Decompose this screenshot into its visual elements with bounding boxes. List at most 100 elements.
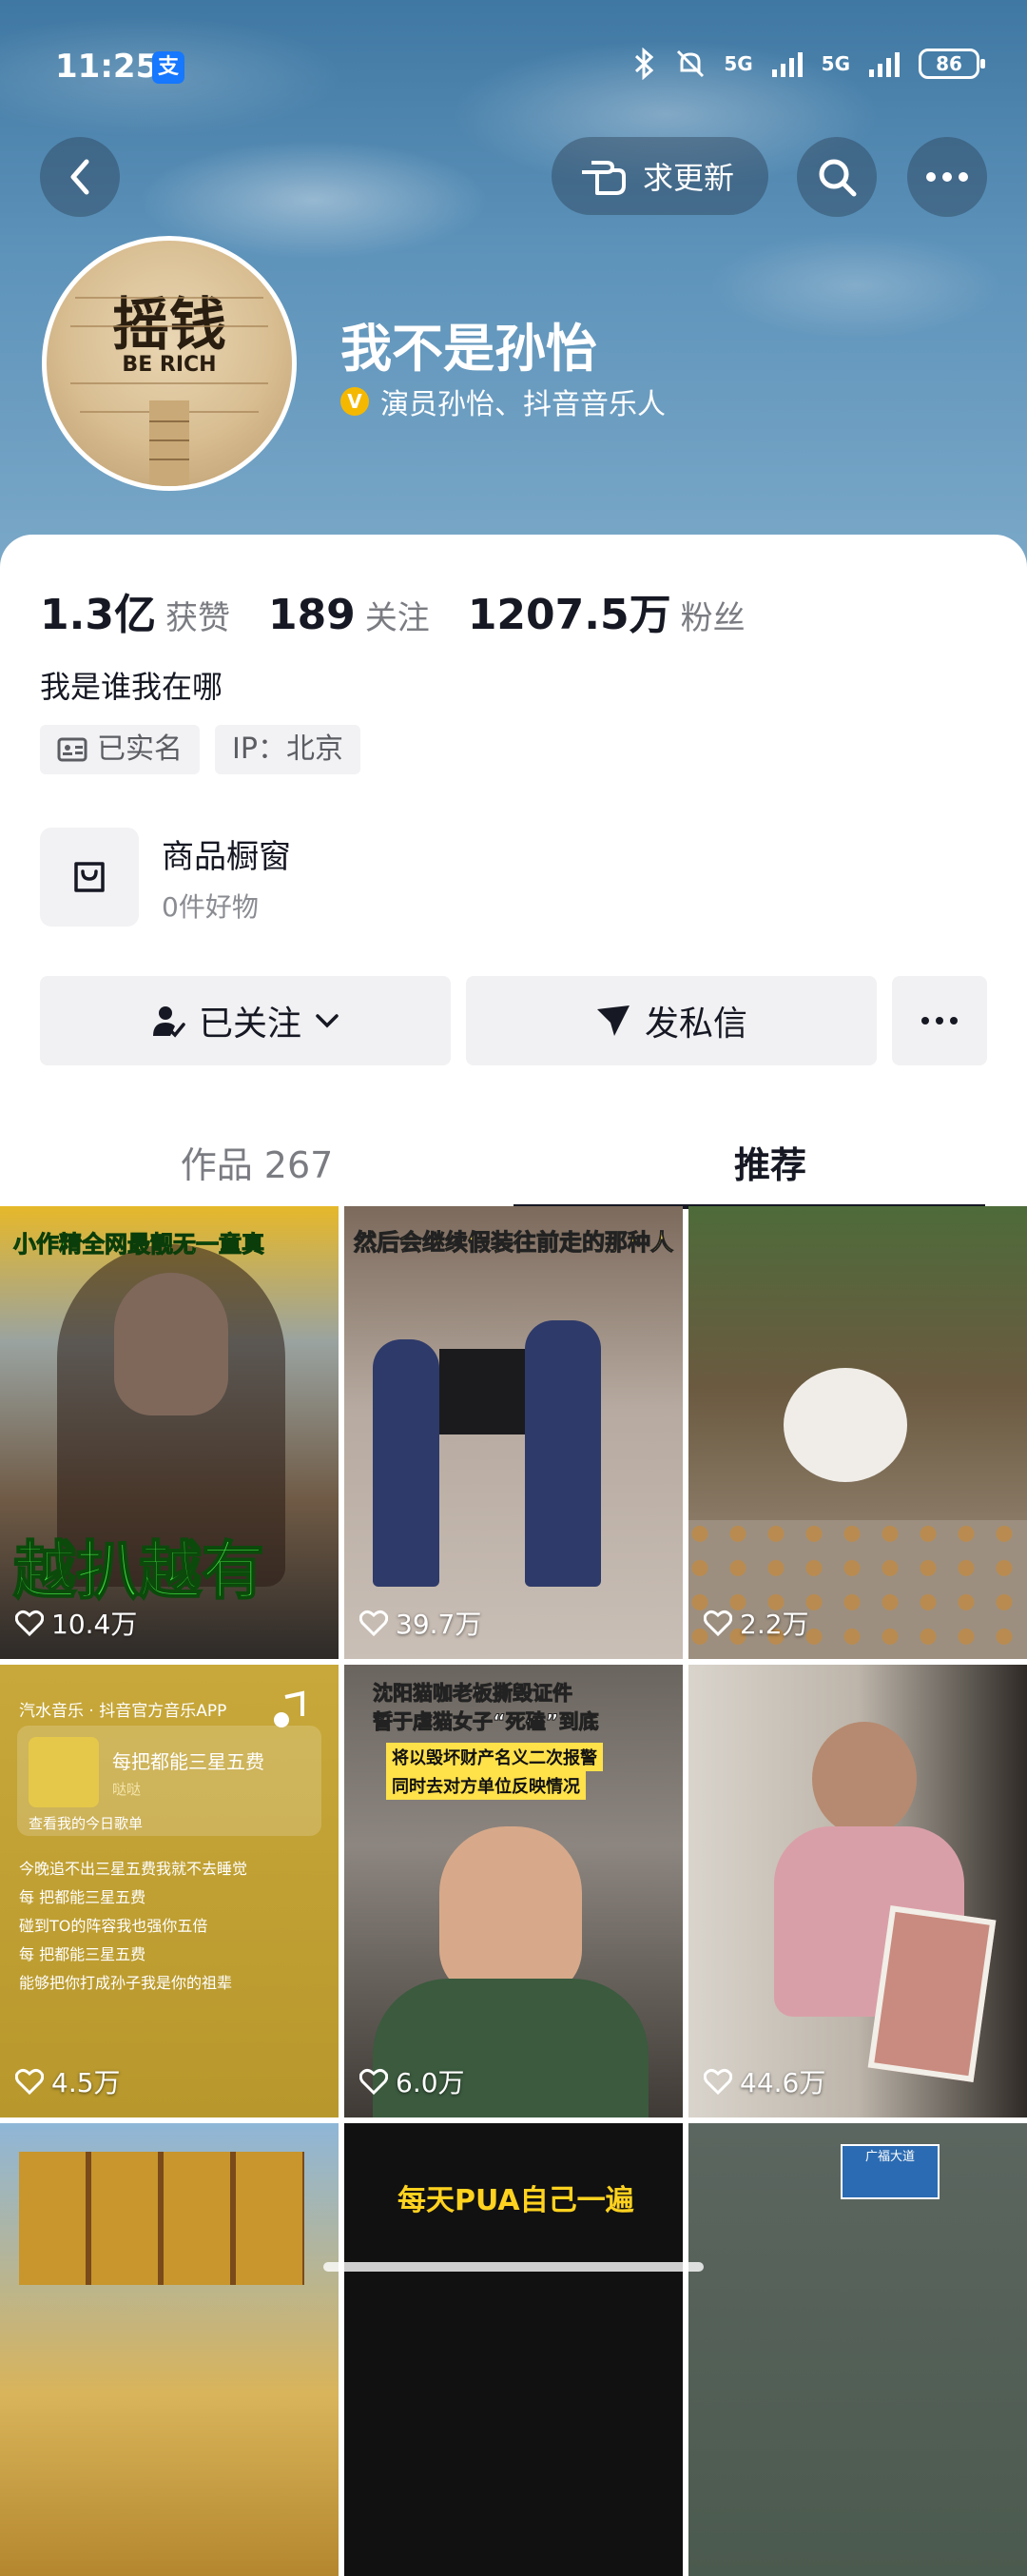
likes-value: 4.5万 <box>51 2067 121 2098</box>
shop-subtitle: 0件好物 <box>162 890 259 923</box>
shopping-bag-icon-box <box>40 828 139 927</box>
more-dots-icon <box>921 1017 958 1025</box>
profile-banner: 11:25 支 5G 5G 86 求更新 摇钱 BE RICH 我不是孙怡 V … <box>0 0 1027 571</box>
followed-label: 已关注 <box>198 1005 301 1044</box>
stat-likes[interactable]: 1.3亿 获赞 <box>40 580 230 641</box>
search-button[interactable] <box>797 137 877 217</box>
stat-followers-num: 1207.5万 <box>467 591 671 639</box>
heart-icon <box>359 1610 388 1636</box>
bluetooth-icon <box>635 48 654 80</box>
likes-value: 10.4万 <box>51 1609 138 1640</box>
content-tabs: 作品 267 推荐 <box>0 1124 1027 1210</box>
system-icons: 5G 5G 86 <box>632 48 985 80</box>
shop-title: 商品橱窗 <box>162 837 291 876</box>
search-icon <box>819 159 857 197</box>
status-bar: 11:25 支 5G 5G 86 <box>0 0 1027 133</box>
network-5g-1: 5G <box>724 52 753 75</box>
song-title: 每把都能三星五费 <box>112 1750 264 1773</box>
tab-recommend[interactable]: 推荐 <box>514 1124 1027 1206</box>
certification-text: 演员孙怡、抖音音乐人 <box>380 388 666 421</box>
real-name-label: 已实名 <box>97 732 183 766</box>
video-thumbnail[interactable]: 然后会继续假装往前走的那种人 39.7万 <box>344 1206 683 1659</box>
music-app-label: 汽水音乐 · 抖音官方音乐APP <box>19 1702 227 1721</box>
battery-icon: 86 <box>919 49 985 79</box>
thumbnail-caption: 每天PUA自己一遍 <box>397 2184 634 2217</box>
ip-location-tag: IP：北京 <box>215 725 360 774</box>
mute-bell-icon <box>677 49 705 78</box>
more-dots-icon <box>926 172 968 182</box>
shopping-bag-icon <box>74 862 105 892</box>
action-buttons: 已关注 发私信 <box>40 976 987 1065</box>
lyric-line: 碰到TO的阵容我也强你五倍 <box>19 1917 208 1935</box>
lyric-line: 今晚追不出三星五费我就不去睡觉 <box>19 1860 248 1878</box>
video-thumbnail[interactable] <box>0 2123 339 2576</box>
avatar[interactable]: 摇钱 BE RICH <box>42 236 297 491</box>
thumbnail-big-caption: 越扒越有 <box>12 1533 265 1609</box>
stat-followers[interactable]: 1207.5万 粉丝 <box>468 580 746 641</box>
thumbnail-cat <box>784 1368 907 1482</box>
paper-plane-icon <box>596 1005 630 1036</box>
shop-window[interactable]: 商品橱窗 0件好物 <box>40 828 291 927</box>
video-thumbnail[interactable]: 小作精全网最靓无一童真 越扒越有 10.4万 <box>0 1206 339 1659</box>
chevron-left-icon <box>70 159 89 195</box>
thumbnail-subcaption: 将以毁坏财产名义二次报警 <box>386 1743 603 1771</box>
video-thumbnail[interactable]: 汽水音乐 · 抖音官方音乐APP 每把都能三星五费 哒哒 查看我的今日歌单 今晚… <box>0 1665 339 2117</box>
lyric-line: 能够把你打成孙子我是你的祖辈 <box>19 1974 233 1992</box>
followed-button[interactable]: 已关注 <box>40 976 451 1065</box>
video-thumbnail[interactable]: 沈阳猫咖老板撕毁证件 誓于虐猫女子“死磕”到底 将以毁坏财产名义二次报警 同时去… <box>344 1665 683 2117</box>
heart-icon <box>359 2068 388 2095</box>
video-thumbnail[interactable]: 2.2万 <box>688 1206 1027 1659</box>
request-update-button[interactable]: 求更新 <box>552 137 768 215</box>
pointing-hand-icon <box>582 161 626 195</box>
video-thumbnail[interactable]: 广福大道 <box>688 2123 1027 2576</box>
more-options-button[interactable] <box>907 137 987 217</box>
fan-handle-icon <box>70 297 268 486</box>
stat-likes-label: 获赞 <box>165 599 230 637</box>
thumbnail-face <box>439 1826 582 1998</box>
heart-icon <box>15 1610 44 1636</box>
thumbnail-figure <box>373 1339 439 1587</box>
send-message-label: 发私信 <box>644 1005 747 1044</box>
thumbnail-caption: 然后会继续假装往前走的那种人 <box>354 1229 674 1257</box>
tab-works[interactable]: 作品 267 <box>0 1124 514 1206</box>
likes-count: 2.2万 <box>704 1604 809 1642</box>
more-actions-button[interactable] <box>892 976 987 1065</box>
back-button[interactable] <box>40 137 120 217</box>
stat-likes-num: 1.3亿 <box>40 591 156 639</box>
video-thumbnail[interactable]: 44.6万 <box>688 1665 1027 2117</box>
song-card: 每把都能三星五费 哒哒 查看我的今日歌单 <box>17 1726 321 1836</box>
verified-badge-icon: V <box>340 387 369 416</box>
likes-count: 6.0万 <box>359 2062 465 2100</box>
likes-count: 4.5万 <box>15 2062 121 2100</box>
signal-icon-2 <box>869 52 900 77</box>
thumbnail-items <box>19 2152 304 2285</box>
heart-icon <box>704 2068 732 2095</box>
chevron-down-icon <box>316 1014 339 1028</box>
thumbnail-caption: 誓于虐猫女子“死磕”到底 <box>373 1710 600 1734</box>
ip-location-label: IP：北京 <box>232 732 343 766</box>
likes-count: 44.6万 <box>704 2062 825 2100</box>
send-message-button[interactable]: 发私信 <box>466 976 877 1065</box>
likes-count: 10.4万 <box>15 1604 137 1642</box>
thumbnail-photo <box>867 1905 997 2082</box>
profile-name: 我不是孙怡 <box>340 319 597 379</box>
stat-following[interactable]: 189 关注 <box>268 591 430 639</box>
profile-tags: 已实名 IP：北京 <box>40 725 360 774</box>
likes-value: 44.6万 <box>740 2067 826 2098</box>
song-cover <box>29 1737 99 1807</box>
stat-following-num: 189 <box>267 591 356 639</box>
heart-icon <box>15 2068 44 2095</box>
status-time: 11:25 <box>55 48 159 86</box>
likes-value: 6.0万 <box>396 2067 465 2098</box>
certification: V 演员孙怡、抖音音乐人 <box>340 381 666 422</box>
user-check-icon <box>152 1006 185 1038</box>
profile-bio: 我是谁我在哪 <box>40 669 223 705</box>
home-indicator[interactable] <box>323 2262 704 2272</box>
alipay-icon: 支 <box>152 51 184 84</box>
video-thumbnail[interactable]: 每天PUA自己一遍 <box>344 2123 683 2576</box>
lyrics-block: 今晚追不出三星五费我就不去睡觉 每 把都能三星五费 碰到TO的阵容我也强你五倍 … <box>19 1855 247 1998</box>
stat-following-label: 关注 <box>364 599 430 637</box>
thumbnail-figure <box>525 1320 601 1587</box>
road-sign: 广福大道 <box>841 2144 940 2199</box>
likes-count: 39.7万 <box>359 1604 481 1642</box>
